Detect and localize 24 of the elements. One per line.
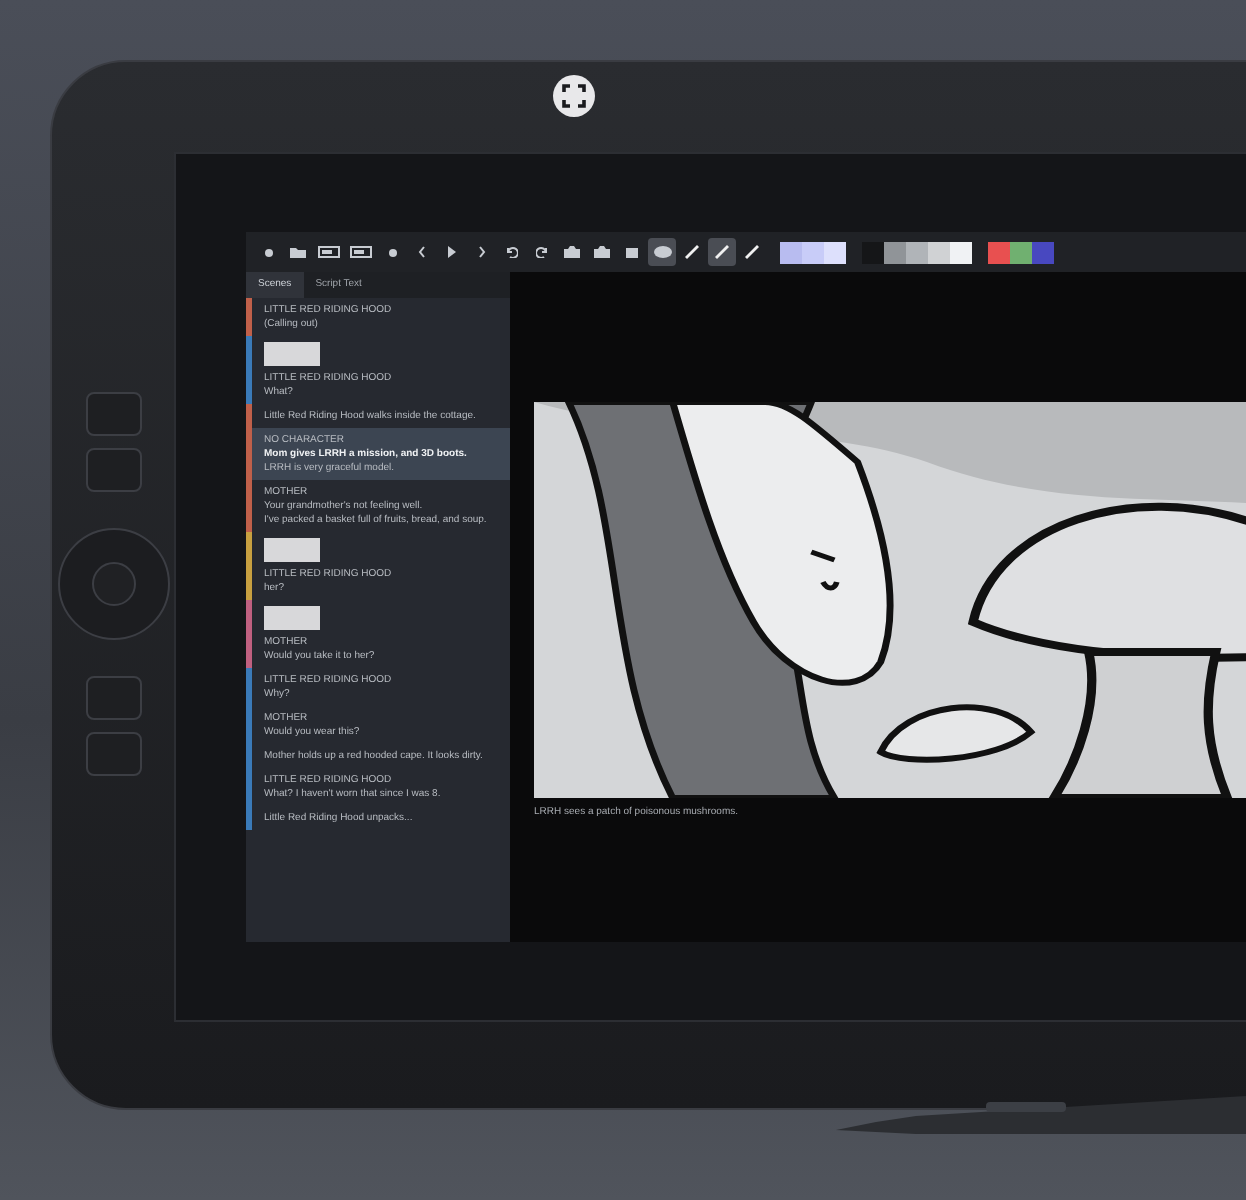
color-swatch[interactable]: [862, 241, 884, 263]
color-swatch[interactable]: [824, 241, 846, 263]
chevron-left-icon: [418, 246, 426, 258]
square-icon: [626, 247, 638, 257]
chevron-right-icon: [478, 246, 486, 258]
panel-icon: [350, 246, 372, 258]
dot-icon: [387, 247, 397, 257]
color-swatch[interactable]: [1010, 241, 1032, 263]
color-swatch[interactable]: [884, 241, 906, 263]
tool-button[interactable]: [648, 238, 676, 266]
color-swatch[interactable]: [780, 241, 802, 263]
color-swatch[interactable]: [802, 241, 824, 263]
folder-icon: [290, 246, 306, 258]
dot-icon: [263, 247, 273, 257]
tool-button[interactable]: [708, 238, 736, 266]
color-swatch[interactable]: [906, 241, 928, 263]
color-swatch[interactable]: [1032, 241, 1054, 263]
color-swatch[interactable]: [988, 241, 1010, 263]
undo-icon: [506, 246, 518, 258]
redo-icon: [536, 246, 548, 258]
play-icon: [448, 246, 456, 258]
panel-icon: [318, 246, 340, 258]
color-swatch[interactable]: [950, 241, 972, 263]
color-swatch[interactable]: [928, 241, 950, 263]
